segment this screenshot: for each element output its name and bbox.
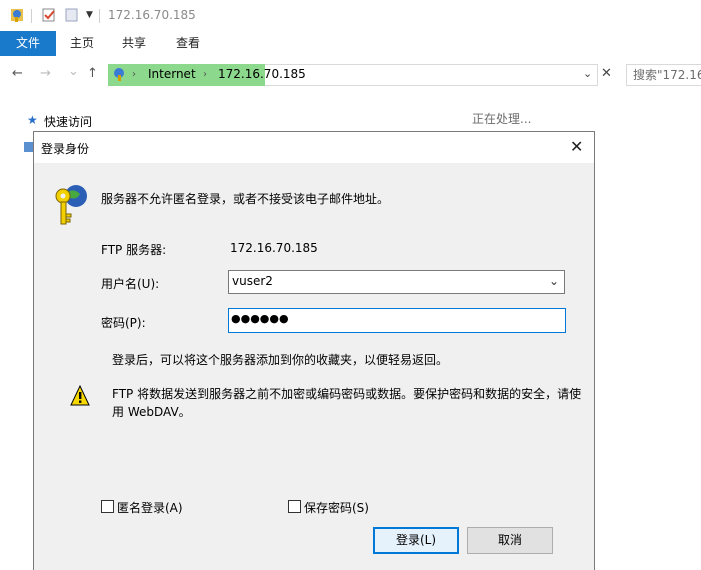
tab-file[interactable]: 文件 [0, 31, 56, 56]
username-field[interactable] [228, 270, 565, 294]
title-bar [0, 0, 701, 31]
anonymous-login-checkbox[interactable] [101, 500, 114, 513]
breadcrumb-host[interactable]: 172.16.70.185 [218, 67, 306, 81]
ftp-location-icon [111, 66, 127, 85]
separator [31, 9, 32, 23]
key-globe-icon [50, 182, 90, 235]
forward-icon[interactable]: → [40, 66, 51, 81]
recent-locations-icon[interactable]: ⌄ [68, 64, 79, 79]
warning-icon [70, 384, 90, 410]
breadcrumb-chevron-icon[interactable]: › [203, 69, 207, 80]
status-text: 正在处理... [472, 112, 532, 126]
info-text: 登录后，可以将这个服务器添加到你的收藏夹，以便轻易返回。 [112, 353, 449, 367]
chevron-down-icon[interactable]: ⌄ [549, 274, 559, 288]
back-icon[interactable]: ← [12, 66, 23, 81]
address-dropdown-icon[interactable]: ⌄ [583, 67, 592, 80]
sidebar-item-quick-access[interactable]: 快速访问 [44, 113, 92, 130]
username-label: 用户名(U): [101, 277, 160, 291]
breadcrumb-internet[interactable]: Internet [148, 67, 196, 81]
separator [99, 9, 100, 23]
breadcrumb-chevron-icon[interactable]: › [132, 69, 136, 80]
tab-view[interactable]: 查看 [176, 31, 200, 56]
stop-icon[interactable]: ✕ [601, 66, 612, 81]
properties-icon[interactable] [41, 7, 57, 23]
tab-share[interactable]: 共享 [122, 31, 146, 56]
username-value: vuser2 [232, 274, 273, 288]
window-title: 172.16.70.185 [108, 8, 196, 22]
ftp-folder-icon [9, 7, 25, 23]
close-icon[interactable]: ✕ [570, 137, 583, 156]
dialog-message: 服务器不允许匿名登录，或者不接受该电子邮件地址。 [101, 192, 390, 206]
server-label: FTP 服务器: [101, 243, 167, 257]
password-mask: ●●●●●● [231, 312, 289, 325]
warning-text-line2: 用 WebDAV。 [112, 405, 191, 419]
customize-dropdown-icon[interactable]: ▼ [86, 10, 93, 20]
dialog-title-bar [34, 132, 594, 163]
anonymous-login-label[interactable]: 匿名登录(A) [117, 499, 183, 516]
search-input[interactable]: 搜索"172.16 [626, 64, 701, 86]
up-icon[interactable]: ↑ [87, 66, 98, 81]
star-icon: ★ [27, 113, 38, 127]
server-value: 172.16.70.185 [230, 241, 318, 255]
save-password-checkbox[interactable] [288, 500, 301, 513]
login-button[interactable]: 登录(L) [373, 527, 459, 554]
password-label: 密码(P): [101, 316, 146, 330]
cancel-button[interactable]: 取消 [467, 527, 553, 554]
warning-text-line1: FTP 将数据发送到服务器之前不加密或编码密码或数据。要保护密码和数据的安全，请… [112, 387, 582, 401]
save-password-label[interactable]: 保存密码(S) [304, 499, 369, 516]
new-folder-icon[interactable] [64, 7, 80, 23]
tab-home[interactable]: 主页 [70, 31, 94, 56]
dialog-title: 登录身份 [41, 142, 90, 156]
ribbon [0, 31, 701, 58]
